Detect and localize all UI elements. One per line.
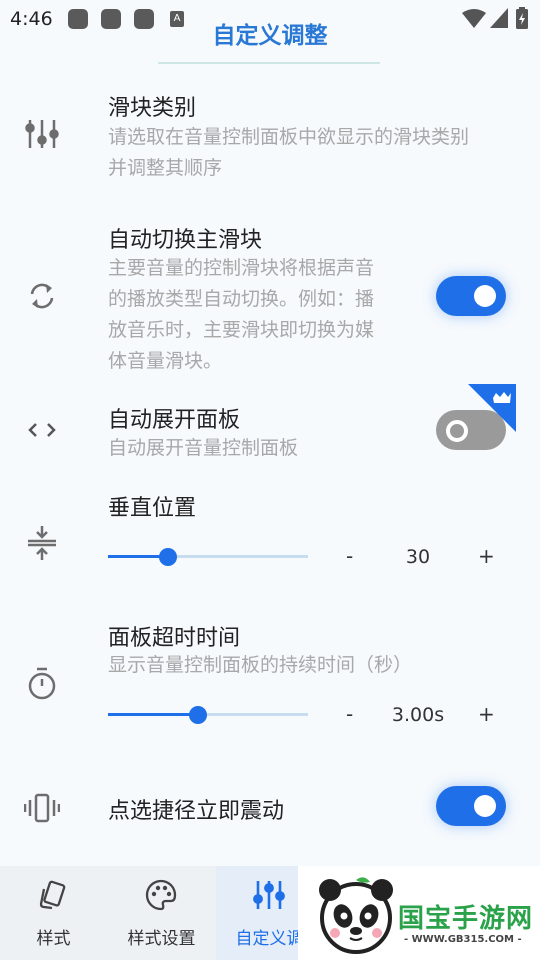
slider-category-row[interactable]: 滑块类别 请选取在音量控制面板中欲显示的滑块类别 并调整其顺序: [0, 86, 540, 186]
cards-icon: [39, 880, 66, 910]
shortcut-vibrate-title: 点选捷径立即震动: [108, 799, 285, 824]
nav-item-style[interactable]: 样式: [0, 866, 107, 960]
toggle-knob: [474, 795, 496, 817]
vertical-align-icon: [28, 526, 56, 560]
slider-category-desc: 并调整其顺序: [108, 157, 223, 179]
panel-timeout-row: 面板超时时间 显示音量控制面板的持续时间（秒） - 3.00s +: [0, 616, 540, 736]
premium-crown-icon: [468, 384, 516, 432]
slider-thumb[interactable]: [159, 548, 177, 566]
page-title: 自定义调整: [212, 23, 328, 49]
slider-thumb[interactable]: [189, 706, 207, 724]
vertical-position-row: 垂直位置 - 30 +: [0, 486, 540, 586]
increase-button[interactable]: +: [478, 544, 495, 568]
slider-fill: [108, 713, 198, 716]
watermark-logo: 国宝手游网 - WWW.GB315.COM -: [298, 866, 540, 960]
vertical-position-value: 30: [405, 546, 431, 568]
nav-label: 样式: [36, 929, 71, 949]
panel-timeout-value: 3.00s: [391, 704, 445, 726]
auto-expand-row[interactable]: 自动展开面板 自动展开音量控制面板: [0, 384, 540, 472]
slider-category-title: 滑块类别: [108, 96, 197, 121]
vertical-position-title: 垂直位置: [108, 496, 197, 521]
panda-logo-icon: [319, 877, 393, 954]
watermark-brand: 国宝手游网: [398, 904, 534, 934]
vibrate-icon: [24, 793, 60, 823]
toggle-knob: [474, 285, 496, 307]
nav-label: 样式设置: [127, 929, 196, 949]
panel-timeout-desc: 显示音量控制面板的持续时间（秒）: [108, 654, 413, 676]
sliders-icon: [25, 120, 59, 148]
auto-expand-title: 自动展开面板: [108, 408, 241, 433]
auto-switch-desc: 体音量滑块。: [108, 350, 223, 372]
auto-switch-title: 自动切换主滑块: [108, 228, 263, 253]
sliders-icon: [253, 881, 285, 909]
slider-category-desc: 请选取在音量控制面板中欲显示的滑块类别: [108, 126, 470, 148]
auto-switch-desc: 的播放类型自动切换。例如：播: [108, 288, 375, 310]
decrease-button[interactable]: -: [346, 702, 353, 726]
shortcut-vibrate-row[interactable]: 点选捷径立即震动: [0, 780, 540, 840]
timer-icon: [28, 667, 56, 700]
watermark-url: - WWW.GB315.COM -: [404, 934, 522, 945]
title-underline: [158, 62, 380, 64]
auto-switch-desc: 放音乐时，主要滑块即切换为媒: [108, 319, 375, 341]
auto-switch-row[interactable]: 自动切换主滑块 主要音量的控制滑块将根据声音 的播放类型自动切换。例如：播 放音…: [0, 218, 540, 378]
auto-switch-desc: 主要音量的控制滑块将根据声音: [108, 257, 375, 279]
auto-expand-desc: 自动展开音量控制面板: [108, 437, 299, 459]
sync-icon: [30, 283, 54, 309]
decrease-button[interactable]: -: [346, 544, 353, 568]
toggle-knob: [446, 420, 468, 442]
auto-switch-toggle[interactable]: [436, 276, 506, 316]
palette-icon: [145, 879, 177, 911]
code-brackets-icon: [28, 423, 56, 437]
panel-timeout-title: 面板超时时间: [108, 626, 241, 651]
nav-item-style-settings[interactable]: 样式设置: [108, 866, 215, 960]
shortcut-vibrate-toggle[interactable]: [436, 786, 506, 826]
increase-button[interactable]: +: [478, 702, 495, 726]
